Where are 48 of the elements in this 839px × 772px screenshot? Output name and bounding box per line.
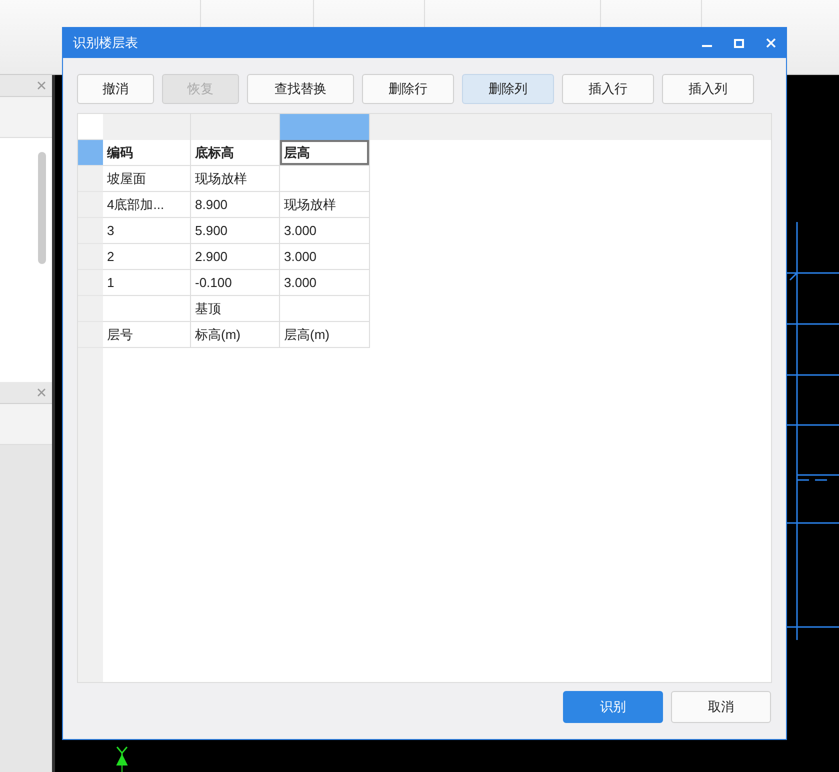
table-cell[interactable]: -0.100 (191, 270, 280, 296)
recognize-button[interactable]: 识别 (563, 691, 663, 723)
row-header[interactable] (78, 322, 103, 348)
table-cell[interactable]: 编码 (103, 140, 191, 166)
scrollbar[interactable] (38, 152, 46, 264)
maximize-icon[interactable] (734, 38, 744, 48)
close-icon[interactable] (37, 81, 46, 90)
cancel-button[interactable]: 取消 (671, 691, 771, 723)
table-cell[interactable]: 标高(m) (191, 322, 280, 348)
table-cell[interactable] (103, 296, 191, 322)
table-cell[interactable]: 层高 (280, 140, 370, 166)
table-cell[interactable]: 5.900 (191, 218, 280, 244)
table-cell[interactable] (280, 296, 370, 322)
table-cell[interactable]: 坡屋面 (103, 166, 191, 192)
table-cell[interactable]: 现场放样 (280, 192, 370, 218)
table-cell[interactable]: 2.900 (191, 244, 280, 270)
table-cell[interactable]: 3.000 (280, 270, 370, 296)
toolbar-button[interactable]: 查找替换 (247, 74, 354, 104)
toolbar-button[interactable]: 插入行 (562, 74, 654, 104)
table-cell[interactable]: 层高(m) (280, 322, 370, 348)
table-cell[interactable]: 3 (103, 218, 191, 244)
table-cell[interactable]: 1 (103, 270, 191, 296)
close-icon[interactable] (37, 388, 46, 397)
window-title: 识别楼层表 (73, 34, 139, 52)
corner-cell[interactable] (78, 114, 103, 140)
column-header[interactable] (280, 114, 370, 140)
table-cell[interactable]: 3.000 (280, 218, 370, 244)
row-header[interactable] (78, 296, 103, 322)
table-cell[interactable]: 底标高 (191, 140, 280, 166)
row-header[interactable] (78, 140, 103, 166)
row-header[interactable] (78, 166, 103, 192)
row-header[interactable] (78, 270, 103, 296)
table-cell[interactable]: 基顶 (191, 296, 280, 322)
toolbar-button[interactable]: 删除列 (462, 74, 554, 104)
table-cell[interactable]: 现场放样 (191, 166, 280, 192)
axis-icon (116, 746, 128, 772)
table-cell[interactable]: 3.000 (280, 244, 370, 270)
toolbar-button[interactable]: 插入列 (662, 74, 754, 104)
toolbar-button[interactable]: 删除行 (362, 74, 454, 104)
table-cell[interactable]: 层号 (103, 322, 191, 348)
row-header[interactable] (78, 218, 103, 244)
table-cell[interactable]: 8.900 (191, 192, 280, 218)
toolbar-button[interactable]: 撤消 (77, 74, 154, 104)
row-header[interactable] (78, 244, 103, 270)
table-cell[interactable] (280, 166, 370, 192)
table-cell[interactable]: 2 (103, 244, 191, 270)
row-header[interactable] (78, 192, 103, 218)
table-cell[interactable]: 4底部加... (103, 192, 191, 218)
